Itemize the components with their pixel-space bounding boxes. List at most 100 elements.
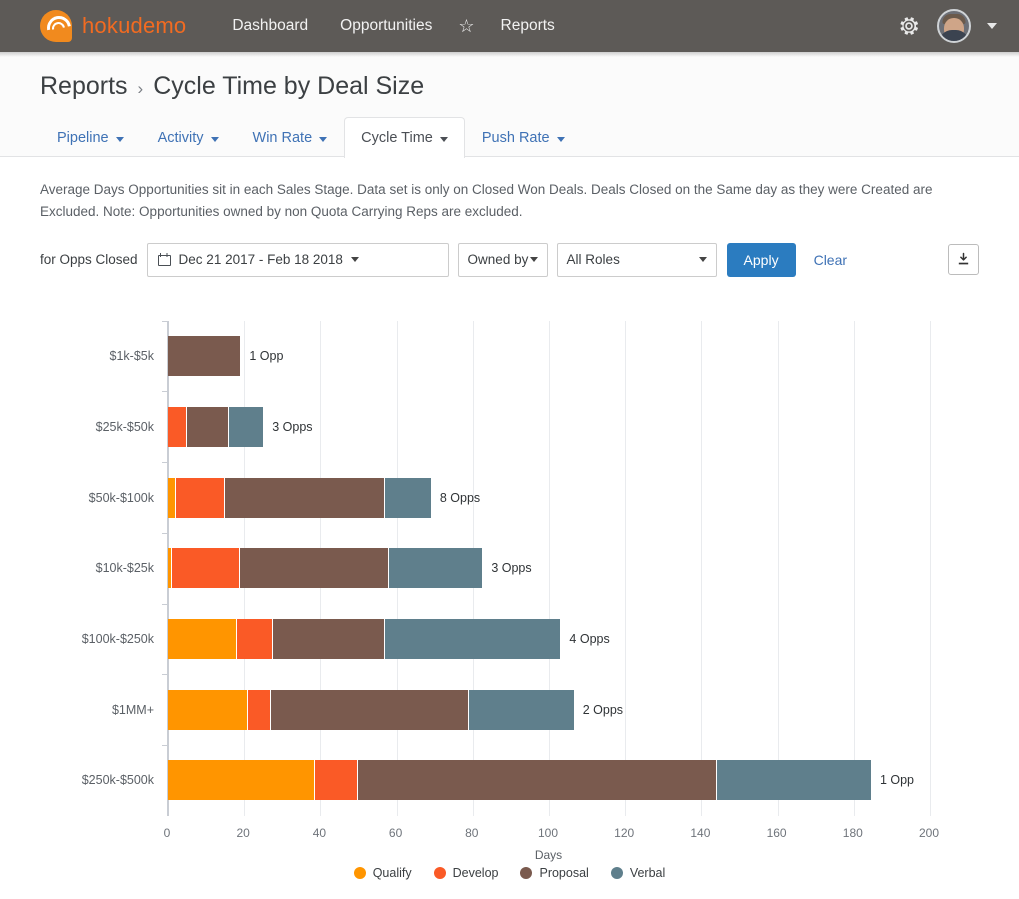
role-select[interactable]: All Roles (556, 242, 717, 277)
bar-segment-verbal[interactable] (228, 406, 264, 447)
y-axis-label: $1k-$5k (109, 349, 154, 364)
legend-item-proposal[interactable]: Proposal (520, 866, 589, 880)
chart-bar-row: $1MM+ 2 Opps (112, 674, 930, 730)
account-chevron-down-icon[interactable] (987, 23, 997, 29)
bar-segment-qualify[interactable] (168, 618, 237, 659)
x-axis-tick-label: 20 (236, 825, 250, 840)
legend-label: Qualify (372, 865, 412, 880)
stacked-bar[interactable] (168, 336, 241, 377)
x-axis-tick-label: 200 (918, 825, 940, 840)
y-axis-label: $10k-$25k (95, 561, 154, 576)
opps-count-label: 4 Opps (569, 631, 610, 646)
opps-count-label: 1 Opp (249, 349, 284, 364)
chevron-down-icon (210, 136, 219, 142)
y-axis-label: $50k-$100k (88, 490, 154, 505)
bar-segment-verbal[interactable] (716, 760, 871, 801)
primary-nav: Dashboard Opportunities ☆ Reports (216, 11, 570, 41)
top-navigation-bar: hokudemo Dashboard Opportunities ☆ Repor… (0, 0, 1019, 57)
bar-segment-verbal[interactable] (468, 689, 574, 730)
bar-segment-proposal[interactable] (168, 336, 241, 377)
y-axis-label: $25k-$50k (95, 419, 154, 434)
date-range-picker[interactable]: Dec 21 2017 - Feb 18 2018 (146, 242, 449, 277)
y-axis-tick (162, 391, 168, 393)
x-axis-tick-label: 0 (163, 825, 171, 840)
brand-logo[interactable]: hokudemo (40, 10, 186, 42)
stacked-bar[interactable] (168, 548, 483, 589)
chart-plot-area: $1k-$5k 1 Opp $25k-$50k 3 Opps $50k-$100k 8 O… (82, 320, 931, 816)
role-value: All Roles (566, 252, 620, 268)
legend-item-verbal[interactable]: Verbal (610, 865, 666, 880)
breadcrumb: Reports › Cycle Time by Deal Size (40, 72, 979, 101)
cycle-time-chart: $1k-$5k 1 Opp $25k-$50k 3 Opps $50k-$100k 8 O… (40, 311, 979, 880)
stacked-bar[interactable] (168, 618, 561, 659)
legend-label: Verbal (629, 865, 666, 880)
legend-item-develop[interactable]: Develop (433, 865, 499, 880)
owned-by-value: Owned by (467, 252, 529, 268)
tab-pipeline-label: Pipeline (57, 130, 109, 146)
y-axis-tick (162, 674, 168, 676)
breadcrumb-parent-link[interactable]: Reports (40, 72, 128, 101)
nav-link-reports[interactable]: Reports (485, 11, 571, 41)
bar-segment-proposal[interactable] (240, 548, 389, 589)
bar-segment-verbal[interactable] (385, 477, 431, 518)
nav-link-opportunities[interactable]: Opportunities (324, 11, 448, 41)
chart-bar-row: $25k-$50k 3 Opps (96, 391, 930, 447)
chart-gridline (930, 320, 931, 816)
stacked-bar[interactable] (168, 689, 574, 730)
bar-segment-proposal[interactable] (272, 618, 386, 659)
bar-segment-verbal[interactable] (385, 618, 561, 659)
tab-push-rate[interactable]: Push Rate (465, 119, 582, 157)
bar-segment-proposal[interactable] (358, 760, 717, 801)
stacked-bar[interactable] (168, 760, 871, 801)
bar-segment-develop[interactable] (236, 618, 273, 659)
tab-activity[interactable]: Activity (141, 119, 236, 157)
legend-item-qualify[interactable]: Qualify (353, 865, 412, 880)
bar-segment-verbal[interactable] (388, 548, 483, 589)
bar-segment-develop[interactable] (171, 548, 241, 589)
x-axis-tick-label: 60 (388, 825, 403, 840)
opps-count-label: 1 Opp (879, 773, 914, 788)
y-axis-label: $100k-$250k (81, 631, 154, 646)
tab-win-rate[interactable]: Win Rate (236, 119, 345, 157)
chevron-down-icon (439, 136, 448, 142)
bar-segment-develop[interactable] (315, 760, 359, 801)
bar-segment-qualify[interactable] (168, 760, 316, 801)
bar-segment-develop[interactable] (168, 406, 188, 447)
clear-link[interactable]: Clear (814, 252, 847, 268)
chevron-down-icon (698, 257, 707, 263)
bar-segment-proposal[interactable] (225, 477, 386, 518)
gear-icon[interactable] (897, 14, 921, 38)
x-axis-tick-label: 80 (465, 825, 479, 840)
x-axis-tick-label: 40 (312, 825, 327, 840)
bar-segment-qualify[interactable] (168, 689, 248, 730)
bar-segment-qualify[interactable] (168, 477, 176, 518)
apply-button[interactable]: Apply (726, 242, 796, 277)
download-button[interactable] (948, 244, 979, 276)
bar-segment-proposal[interactable] (187, 406, 229, 447)
nav-link-dashboard[interactable]: Dashboard (216, 11, 324, 41)
bar-segment-proposal[interactable] (270, 689, 469, 730)
avatar[interactable] (937, 9, 971, 43)
legend-swatch (610, 866, 623, 879)
owned-by-select[interactable]: Owned by (457, 242, 548, 277)
y-axis-tick (162, 603, 168, 605)
opps-count-label: 8 Opps (439, 490, 481, 505)
avatar-body (939, 30, 969, 41)
breadcrumb-separator: › (137, 79, 144, 98)
opps-count-label: 3 Opps (491, 561, 532, 576)
bar-segment-develop[interactable] (248, 689, 271, 730)
bar-segment-develop[interactable] (175, 477, 226, 518)
tab-pipeline[interactable]: Pipeline (40, 119, 141, 157)
stacked-bar[interactable] (168, 477, 431, 518)
legend-label: Develop (452, 865, 499, 880)
y-axis-tick (162, 745, 168, 747)
stacked-bar[interactable] (168, 406, 264, 447)
favorites-star-icon[interactable]: ☆ (448, 13, 484, 39)
x-axis-tick-label: 180 (842, 825, 863, 840)
tab-cycle-time[interactable]: Cycle Time (344, 117, 465, 158)
tab-cycle-time-label: Cycle Time (361, 130, 433, 146)
chevron-down-icon (556, 136, 565, 142)
y-axis-label: $1MM+ (111, 702, 154, 717)
x-axis-tick-label: 120 (614, 825, 635, 840)
chevron-down-icon (115, 136, 124, 142)
